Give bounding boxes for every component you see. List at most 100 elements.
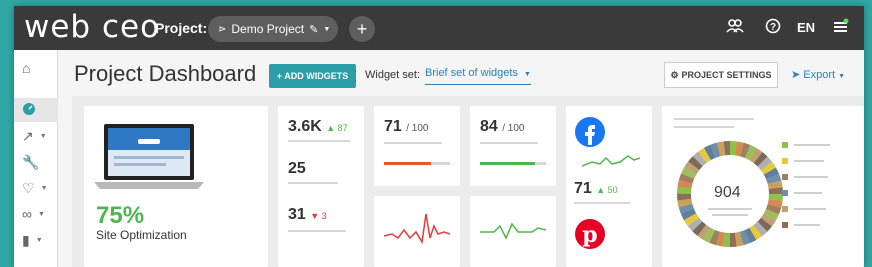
project-name: Demo Project bbox=[231, 22, 305, 36]
legend-swatch bbox=[782, 142, 788, 148]
chevron-down-icon: ▼ bbox=[37, 210, 45, 218]
facebook-icon[interactable] bbox=[574, 116, 606, 148]
chevron-down-icon: ▼ bbox=[40, 184, 48, 192]
divider bbox=[674, 118, 754, 120]
score-2-bar-fill bbox=[480, 162, 536, 165]
widget-panel: 75% Site Optimization 3.6K ▲ 87 25 31 ▼ … bbox=[72, 96, 864, 267]
widget-set-label: Widget set: bbox=[365, 69, 421, 81]
legend-line bbox=[794, 144, 830, 146]
donut-widget[interactable]: 904 bbox=[662, 106, 864, 267]
sidebar-item-links[interactable]: ∞ ▼ bbox=[14, 202, 58, 226]
legend-line bbox=[794, 192, 822, 194]
legend-line bbox=[794, 208, 826, 210]
sidebar-item-analytics[interactable]: ▮ ▼ bbox=[14, 228, 58, 252]
social-widget[interactable]: 71 ▲ 50 p bbox=[566, 106, 652, 267]
score-widget-1[interactable]: 71 / 100 bbox=[374, 106, 460, 186]
score-2-max: / 100 bbox=[502, 123, 525, 134]
sidebar-item-dashboard[interactable] bbox=[14, 98, 58, 122]
legend-swatch bbox=[782, 158, 788, 164]
legend-line bbox=[794, 224, 820, 226]
metric-1-delta: ▲ 87 bbox=[326, 123, 348, 133]
heartbeat-icon: ♡ bbox=[22, 179, 35, 196]
notifications-menu-icon[interactable] bbox=[833, 18, 849, 41]
legend-swatch bbox=[782, 190, 788, 196]
site-optimization-label: Site Optimization bbox=[96, 228, 187, 242]
widget-set-value: Brief set of widgets bbox=[425, 67, 518, 79]
project-label: Project: bbox=[155, 20, 208, 36]
wrench-icon: 🔧 bbox=[22, 153, 40, 170]
facebook-delta: ▲ 50 bbox=[596, 185, 618, 195]
metric-1-value: 3.6K bbox=[288, 118, 322, 135]
donut-value: 904 bbox=[714, 184, 741, 201]
legend-swatch bbox=[782, 222, 788, 228]
green-sparkline bbox=[480, 222, 546, 240]
legend-swatch bbox=[782, 174, 788, 180]
share-icon: ⋗ bbox=[218, 23, 227, 35]
link-icon: ∞ bbox=[22, 206, 32, 222]
help-icon[interactable]: ? bbox=[765, 18, 781, 39]
metric-3: 31 ▼ 3 bbox=[288, 206, 327, 224]
score-2-bar bbox=[480, 162, 546, 165]
svg-text:?: ? bbox=[770, 22, 776, 33]
facebook-metric: 71 ▲ 50 bbox=[574, 180, 618, 198]
metric-1: 3.6K ▲ 87 bbox=[288, 118, 348, 136]
project-selector[interactable]: ⋗ Demo Project ✎ ▼ bbox=[208, 16, 338, 42]
facebook-value: 71 bbox=[574, 180, 592, 197]
language-selector[interactable]: EN bbox=[797, 20, 815, 35]
score-2-value: 84 bbox=[480, 118, 498, 135]
pinterest-icon[interactable]: p bbox=[574, 218, 606, 250]
add-project-button[interactable]: + bbox=[349, 16, 375, 42]
divider bbox=[480, 142, 538, 144]
metric-3-value: 31 bbox=[288, 206, 306, 223]
gear-icon: ⚙ bbox=[670, 69, 679, 80]
chevron-down-icon: ▼ bbox=[39, 132, 47, 140]
metric-3-delta-value: 3 bbox=[321, 211, 327, 221]
sidebar-item-tools[interactable]: 🔧 bbox=[14, 150, 58, 174]
widget-set-select[interactable]: Brief set of widgets ▼ bbox=[425, 67, 531, 85]
sidebar: ⌂ ↗ ▼ 🔧 ♡ ▼ ∞ ▼ ▮ ▼ bbox=[14, 50, 58, 267]
legend-line bbox=[794, 176, 828, 178]
score-1-value: 71 bbox=[384, 118, 402, 135]
chevron-down-icon: ▼ bbox=[323, 25, 331, 33]
score-1-bar-fill bbox=[384, 162, 431, 165]
red-sparkline-widget[interactable] bbox=[374, 196, 460, 267]
edit-icon[interactable]: ✎ bbox=[309, 23, 318, 36]
site-optimization-widget[interactable]: 75% Site Optimization bbox=[84, 106, 268, 267]
metric-3-delta: ▼ 3 bbox=[310, 211, 327, 221]
export-button[interactable]: ➤ Export ▼ bbox=[791, 68, 845, 81]
logo[interactable]: web ceo bbox=[24, 10, 160, 44]
score-1-max: / 100 bbox=[406, 123, 429, 134]
project-settings-button[interactable]: ⚙ PROJECT SETTINGS bbox=[664, 62, 778, 88]
divider bbox=[288, 182, 338, 184]
laptop-image bbox=[94, 124, 204, 189]
red-sparkline bbox=[384, 213, 450, 245]
metric-2-value: 25 bbox=[288, 160, 306, 177]
facebook-delta-value: 50 bbox=[607, 185, 618, 195]
sidebar-item-reports[interactable]: ↗ ▼ bbox=[14, 124, 58, 148]
bars-icon: ▮ bbox=[22, 231, 30, 248]
divider bbox=[288, 140, 350, 142]
app-window: web ceo Project: ⋗ Demo Project ✎ ▼ + ? … bbox=[14, 6, 864, 267]
sidebar-item-home[interactable]: ⌂ bbox=[14, 56, 58, 80]
score-1: 71 / 100 bbox=[384, 118, 429, 136]
add-widgets-button[interactable]: + ADD WIDGETS bbox=[269, 64, 356, 88]
legend-swatch bbox=[782, 206, 788, 212]
green-sparkline-widget[interactable] bbox=[470, 196, 556, 267]
divider bbox=[288, 230, 346, 232]
legend-line bbox=[794, 160, 824, 162]
chevron-down-icon: ▼ bbox=[35, 236, 43, 244]
metric-1-delta-value: 87 bbox=[337, 123, 348, 133]
sidebar-item-monitoring[interactable]: ♡ ▼ bbox=[14, 176, 58, 200]
chart-icon: ↗ bbox=[22, 127, 34, 144]
score-widget-2[interactable]: 84 / 100 bbox=[470, 106, 556, 186]
export-label: Export bbox=[803, 69, 836, 81]
divider bbox=[674, 126, 734, 128]
score-1-bar bbox=[384, 162, 450, 165]
chevron-down-icon: ▼ bbox=[838, 73, 846, 80]
score-2: 84 / 100 bbox=[480, 118, 525, 136]
metrics-widget[interactable]: 3.6K ▲ 87 25 31 ▼ 3 bbox=[278, 106, 364, 267]
page-title: Project Dashboard bbox=[74, 61, 257, 86]
users-icon[interactable] bbox=[726, 18, 744, 39]
divider bbox=[384, 142, 442, 144]
dashboard-icon bbox=[22, 102, 36, 119]
